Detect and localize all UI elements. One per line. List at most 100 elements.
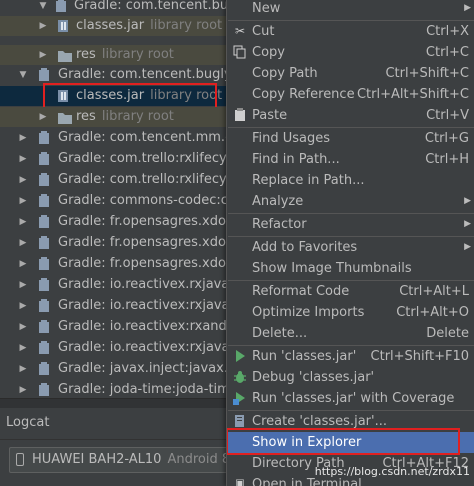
device-selector[interactable]: HUAWEI BAH2-AL10 Android 8.: [9, 447, 231, 473]
menu-item-label: Add to Favorites: [252, 240, 358, 255]
expand-arrow-icon[interactable]: ▶: [18, 275, 28, 295]
tree-row[interactable]: ▶ Gradle: io.reactivex:rxjava:1.3.0: [0, 338, 232, 358]
menu-item-shortcut: Delete: [426, 326, 469, 341]
tree-row[interactable]: ▶ Gradle: fr.opensagres.xdocreport: [0, 254, 232, 274]
menu-item-optimize-imports[interactable]: Optimize Imports Ctrl+Alt+O: [227, 302, 474, 323]
menu-item-label: Copy Path: [252, 66, 318, 81]
menu-item-label: Optimize Imports: [252, 305, 365, 320]
menu-item-run[interactable]: Run 'classes.jar' Ctrl+Shift+F10: [227, 346, 474, 367]
menu-item-label: Replace in Path...: [252, 173, 365, 188]
create-config-icon: [233, 414, 247, 428]
menu-item-paste[interactable]: Paste Ctrl+V: [227, 105, 474, 126]
submenu-arrow-icon: ▶: [464, 196, 471, 206]
expand-arrow-icon[interactable]: ▶: [18, 191, 28, 211]
expand-arrow-icon[interactable]: ▶: [18, 296, 28, 316]
menu-item-show-image-thumbnails[interactable]: Show Image Thumbnails: [227, 258, 474, 279]
library-icon: [38, 383, 50, 397]
tree-row[interactable]: ▶ classes.jar library root: [0, 16, 232, 36]
menu-item-reformat-code[interactable]: Reformat Code Ctrl+Alt+L: [227, 281, 474, 302]
annotation-highlight-box: [43, 83, 217, 109]
menu-item-copy-reference[interactable]: Copy Reference Ctrl+Alt+Shift+C: [227, 84, 474, 105]
expand-arrow-icon[interactable]: ▶: [18, 380, 28, 400]
menu-item-label: Cut: [252, 24, 275, 39]
collapse-arrow-icon[interactable]: ▼: [18, 65, 28, 85]
library-root-tag: library root: [150, 18, 223, 33]
debug-icon: [233, 370, 247, 384]
expand-arrow-icon[interactable]: ▶: [18, 254, 28, 274]
tree-row[interactable]: ▶ Gradle: com.trello:rxlifecycle-android: [0, 170, 232, 190]
menu-item-cut[interactable]: ✂ Cut Ctrl+X: [227, 21, 474, 42]
menu-item-copy-path[interactable]: Copy Path Ctrl+Shift+C: [227, 63, 474, 84]
expand-arrow-icon[interactable]: ▶: [38, 107, 48, 127]
menu-item-copy[interactable]: Copy Ctrl+C: [227, 42, 474, 63]
context-menu: New ▶ ✂ Cut Ctrl+X Copy Ctrl+C Copy Path…: [226, 0, 474, 486]
menu-item-debug[interactable]: Debug 'classes.jar': [227, 367, 474, 388]
paste-icon: [233, 108, 247, 122]
logcat-title: Logcat: [6, 415, 50, 430]
expand-arrow-icon[interactable]: ▶: [38, 16, 48, 36]
tree-row-label: Gradle: com.tencent.bugly:crashreport: [74, 0, 232, 13]
expand-arrow-icon[interactable]: ▶: [18, 317, 28, 337]
expand-arrow-icon[interactable]: ▶: [18, 359, 28, 379]
tree-row[interactable]: ▶ Gradle: io.reactivex.rxjava2:rxjava: [0, 275, 232, 295]
menu-item-analyze[interactable]: Analyze ▶: [227, 191, 474, 212]
tree-row-label: Gradle: fr.opensagres.xdocreport: [58, 256, 232, 271]
library-icon: [55, 0, 67, 13]
menu-item-shortcut: Ctrl+Alt+O: [396, 305, 469, 320]
menu-item-label: Delete...: [252, 326, 308, 341]
logcat-header: Logcat: [0, 408, 232, 440]
tree-row[interactable]: ▶ Gradle: io.reactivex:rxjava2:rxandroid: [0, 296, 232, 316]
menu-item-run-with-coverage[interactable]: Run 'classes.jar' with Coverage: [227, 388, 474, 409]
library-icon: [38, 257, 50, 271]
menu-item-new[interactable]: New ▶: [227, 0, 474, 19]
tree-row[interactable]: ▶ res library root: [0, 107, 232, 127]
tree-item-name: res: [76, 109, 96, 124]
expand-arrow-icon[interactable]: ▶: [38, 45, 48, 65]
tree-row[interactable]: ▶ Gradle: javax.inject:javax.inject: [0, 359, 232, 379]
library-icon: [38, 341, 50, 355]
watermark: https://blog.csdn.net/zrdx11: [314, 465, 470, 478]
menu-item-shortcut: Ctrl+Shift+C: [385, 66, 469, 81]
menu-item-refactor[interactable]: Refactor ▶: [227, 214, 474, 235]
menu-item-label: Analyze: [252, 194, 304, 209]
tree-item-name: classes.jar: [76, 18, 145, 33]
submenu-arrow-icon: ▶: [464, 242, 471, 252]
expand-arrow-icon[interactable]: ▶: [18, 128, 28, 148]
tree-row-label: Gradle: io.reactivex:rxandroid:1.2.1: [58, 319, 232, 334]
tree-row[interactable]: ▶ Gradle: io.reactivex:rxandroid:1.2.1: [0, 317, 232, 337]
tree-row[interactable]: ▼ Gradle: com.tencent.bugly:crashreport: [0, 0, 232, 16]
submenu-arrow-icon: ▶: [464, 219, 471, 229]
tree-row-label: Gradle: com.trello:rxlifecycle:1.0: [58, 151, 232, 166]
expand-arrow-icon[interactable]: ▶: [18, 170, 28, 190]
expand-arrow-icon[interactable]: ▶: [18, 338, 28, 358]
menu-item-shortcut: Ctrl+Alt+Shift+C: [356, 87, 469, 102]
expand-arrow-icon[interactable]: ▶: [18, 212, 28, 232]
run-icon: [233, 349, 247, 363]
menu-item-label: New: [252, 1, 281, 16]
tree-row[interactable]: ▶ Gradle: fr.opensagres.xdocreport: [0, 233, 232, 253]
menu-item-find-usages[interactable]: Find Usages Ctrl+G: [227, 128, 474, 149]
coverage-icon: [233, 391, 247, 405]
menu-item-label: Copy Reference: [252, 87, 355, 102]
collapse-arrow-icon[interactable]: ▼: [38, 0, 48, 16]
menu-item-find-in-path[interactable]: Find in Path... Ctrl+H: [227, 149, 474, 170]
tree-row[interactable]: ▼ Gradle: com.tencent.bugly:nativecrashr…: [0, 65, 232, 85]
folder-icon: [58, 111, 72, 124]
project-tree: ▼ Gradle: com.tencent.bugly:crashreport …: [0, 0, 232, 407]
tree-row[interactable]: ▶ Gradle: fr.opensagres.xdocreport: [0, 212, 232, 232]
tree-row[interactable]: ▶ Gradle: joda-time:joda-time:2.9: [0, 380, 232, 400]
tree-row-label: Gradle: javax.inject:javax.inject: [58, 361, 232, 376]
tree-row[interactable]: ▶ Gradle: commons-codec:commons-codec: [0, 191, 232, 211]
expand-arrow-icon[interactable]: ▶: [18, 233, 28, 253]
menu-item-label: Find in Path...: [252, 152, 340, 167]
expand-arrow-icon[interactable]: ▶: [18, 149, 28, 169]
tree-row-label: Gradle: io.reactivex:rxjava:1.3.0: [58, 340, 232, 355]
menu-item-add-to-favorites[interactable]: Add to Favorites ▶: [227, 237, 474, 258]
menu-item-label: Copy: [252, 45, 285, 60]
menu-item-delete[interactable]: Delete... Delete: [227, 323, 474, 344]
menu-item-replace-in-path[interactable]: Replace in Path...: [227, 170, 474, 191]
menu-item-label: Run 'classes.jar' with Coverage: [252, 391, 455, 406]
tree-row[interactable]: ▶ Gradle: com.trello:rxlifecycle:1.0: [0, 149, 232, 169]
tree-row[interactable]: ▶ Gradle: com.tencent.mm.opensdk: [0, 128, 232, 148]
tree-row[interactable]: ▶ res library root: [0, 45, 232, 65]
